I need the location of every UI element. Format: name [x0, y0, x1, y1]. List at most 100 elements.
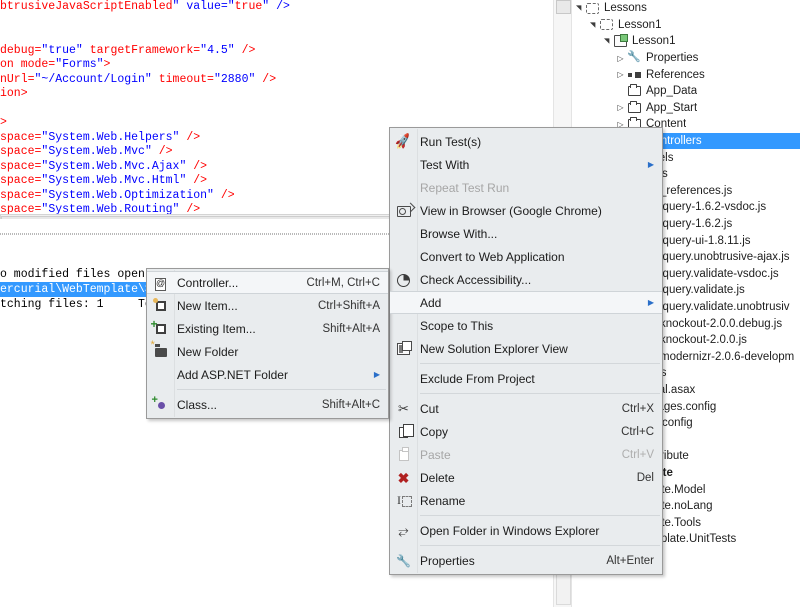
tree-item-icon — [626, 67, 643, 82]
visual-studio-window: btrusiveJavaScriptEnabled" value="true" … — [0, 0, 800, 607]
menu-item-shortcut: Del — [636, 471, 654, 484]
menu-item-shortcut: Shift+Alt+C — [321, 398, 380, 411]
menu-item-shortcut: Ctrl+X — [621, 402, 654, 415]
menu-item-delete[interactable]: ✖ Delete Del — [390, 466, 662, 489]
menu-separator — [420, 515, 660, 516]
add-submenu-items: Controller... Ctrl+M, Ctrl+C New Item... Ct… — [147, 271, 388, 416]
controller-icon — [155, 277, 166, 291]
menu-item-label: Controller... — [177, 275, 239, 290]
existing-item-icon — [151, 317, 166, 334]
editor-hscroll-thumb[interactable]: ⁞⁞⁞ — [1, 216, 396, 219]
code-line: on mode="Forms"> — [0, 58, 111, 71]
scrollbar-thumb-top[interactable] — [556, 0, 571, 14]
chevron-right-icon[interactable] — [615, 100, 626, 116]
submenu-arrow-icon: ▶ — [647, 298, 654, 307]
tree-item[interactable]: Lesson1 — [573, 17, 800, 34]
menu-item-label: Convert to Web Application — [420, 249, 565, 264]
menu-item-new-item[interactable]: New Item... Ctrl+Shift+A — [147, 294, 388, 317]
menu-item-test-with[interactable]: Test With ▶ — [390, 153, 662, 176]
browser-icon — [396, 205, 411, 217]
add-submenu[interactable]: Controller... Ctrl+M, Ctrl+C New Item... Ct… — [146, 268, 389, 419]
paste-icon — [398, 446, 409, 461]
tree-item-label: jquery.validate-vsdoc.js — [660, 267, 779, 280]
chevron-right-icon[interactable] — [615, 50, 626, 66]
tree-item[interactable]: App_Data — [573, 83, 800, 100]
tree-item[interactable]: Lesson1 — [573, 33, 800, 50]
open-folder-arrow-icon: ⥂ — [398, 523, 409, 538]
tree-item[interactable]: Properties — [573, 50, 800, 67]
context-menu-items: 🚀 Run Test(s) Test With ▶ Repeat Test Run Vie… — [390, 130, 662, 572]
menu-item-icon: ✂ — [395, 401, 412, 417]
menu-item-controller[interactable]: Controller... Ctrl+M, Ctrl+C — [147, 271, 388, 294]
menu-item-icon — [395, 423, 414, 440]
menu-item-properties[interactable]: 🔧 Properties Alt+Enter — [390, 549, 662, 572]
tree-item-label: knockout-2.0.0.js — [660, 334, 747, 347]
menu-separator — [177, 389, 386, 390]
code-line: ion> — [0, 87, 28, 100]
submenu-arrow-icon: ▶ — [647, 160, 654, 169]
menu-item-convert-to-web-application[interactable]: Convert to Web Application — [390, 245, 662, 268]
delete-x-icon: ✖ — [397, 469, 410, 486]
menu-item-label: Repeat Test Run — [420, 180, 510, 195]
menu-item-label: Paste — [420, 447, 451, 462]
class-icon — [152, 394, 167, 411]
menu-item-open-folder-in-windows-explorer[interactable]: ⥂ Open Folder in Windows Explorer — [390, 519, 662, 542]
chevron-down-icon[interactable] — [587, 17, 598, 33]
tree-item-label: jquery-1.6.2.js — [660, 218, 733, 231]
editor-horizontal-scrollbar[interactable]: ⁞⁞⁞ — [0, 214, 418, 219]
properties-icon — [627, 50, 641, 64]
tree-item-label: knockout-2.0.0.debug.js — [660, 317, 783, 330]
menu-item-label: New Folder — [177, 344, 239, 359]
menu-item-icon — [395, 203, 412, 219]
code-line: nUrl="~/Account/Login" timeout="2880" /> — [0, 72, 277, 86]
menu-item-check-accessibility[interactable]: Check Accessibility... — [390, 268, 662, 291]
new-folder-icon — [151, 339, 167, 357]
menu-item-existing-item[interactable]: Existing Item... Shift+Alt+A — [147, 317, 388, 340]
menu-item-label: Delete — [420, 470, 455, 485]
menu-item-add-asp-net-folder[interactable]: Add ASP.NET Folder ▶ — [147, 363, 388, 386]
tree-item-label: Lesson1 — [632, 35, 676, 48]
tree-item[interactable]: App_Start — [573, 100, 800, 117]
menu-item-copy[interactable]: Copy Ctrl+C — [390, 420, 662, 443]
menu-item-shortcut: Ctrl+C — [621, 425, 654, 438]
tree-item-icon — [626, 50, 643, 66]
menu-item-add[interactable]: Add ▶ — [390, 291, 662, 314]
menu-separator — [420, 393, 660, 394]
tree-item-label: modernizr-2.0.6-developm — [660, 350, 795, 363]
tree-item-label: App_Data — [646, 85, 698, 98]
tree-item-label: Lessons — [604, 2, 647, 15]
menu-item-exclude-from-project[interactable]: Exclude From Project — [390, 367, 662, 390]
menu-item-label: Exclude From Project — [420, 371, 535, 386]
context-menu[interactable]: 🚀 Run Test(s) Test With ▶ Repeat Test Run Vie… — [389, 127, 663, 575]
tree-item[interactable]: Lessons — [573, 0, 800, 17]
menu-item-new-folder[interactable]: New Folder — [147, 339, 388, 363]
menu-item-repeat-test-run: Repeat Test Run — [390, 176, 662, 199]
tree-item[interactable]: References — [573, 66, 800, 83]
menu-item-browse-with[interactable]: Browse With... — [390, 222, 662, 245]
chevron-down-icon[interactable] — [573, 0, 584, 16]
menu-item-cut[interactable]: ✂ Cut Ctrl+X — [390, 397, 662, 420]
references-icon — [628, 71, 641, 79]
chevron-down-icon[interactable] — [601, 33, 612, 49]
menu-item-label: Open Folder in Windows Explorer — [420, 523, 600, 538]
menu-item-shortcut: Ctrl+M, Ctrl+C — [306, 276, 380, 289]
tree-item-label: Properties — [646, 52, 699, 65]
code-line: btrusiveJavaScriptEnabled" value="true" … — [0, 0, 290, 13]
menu-item-rename[interactable]: Rename — [390, 489, 662, 512]
menu-item-run-test-s[interactable]: 🚀 Run Test(s) — [390, 130, 662, 153]
menu-item-new-solution-explorer-view[interactable]: New Solution Explorer View — [390, 337, 662, 360]
menu-item-scope-to-this[interactable]: Scope to This — [390, 314, 662, 337]
menu-item-label: New Solution Explorer View — [420, 341, 568, 356]
tree-item-icon — [612, 34, 629, 49]
chevron-right-icon[interactable] — [615, 67, 626, 83]
menu-item-class[interactable]: Class... Shift+Alt+C — [147, 393, 388, 416]
submenu-arrow-icon: ▶ — [373, 370, 380, 379]
menu-item-view-in-browser-google-chrome[interactable]: View in Browser (Google Chrome) — [390, 199, 662, 222]
menu-item-icon — [151, 339, 169, 360]
menu-item-shortcut: Alt+Enter — [606, 554, 654, 567]
new-item-icon — [152, 298, 166, 311]
tree-item-icon — [584, 1, 601, 16]
menu-item-label: Test With — [420, 157, 470, 172]
menu-item-label: Cut — [420, 401, 439, 416]
